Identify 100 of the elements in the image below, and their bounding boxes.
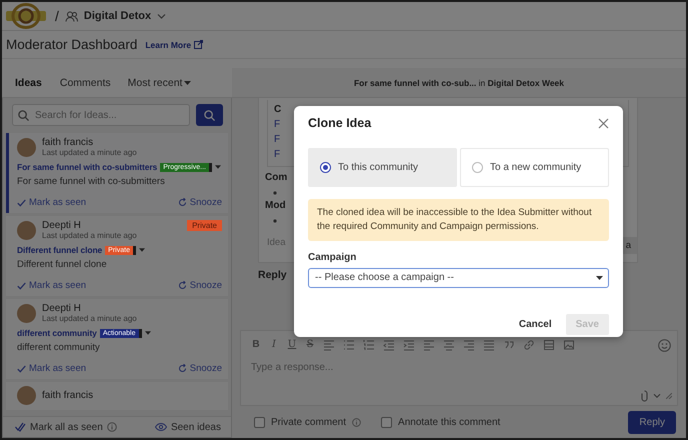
- search-icon: [204, 110, 215, 120]
- learn-more-link[interactable]: Learn More: [145, 40, 204, 50]
- circular-arrow-icon: [178, 364, 187, 373]
- caret-down-icon[interactable]: [144, 331, 151, 335]
- reply-heading: Reply: [258, 269, 287, 281]
- snooze-button[interactable]: Snooze: [178, 197, 222, 208]
- format-button[interactable]: U: [285, 338, 299, 352]
- tab[interactable]: Comments: [56, 72, 118, 92]
- page-title: Moderator Dashboard: [6, 37, 138, 52]
- caret-down-icon[interactable]: [214, 165, 221, 169]
- circular-arrow-icon: [178, 281, 187, 290]
- link-icon[interactable]: [523, 339, 535, 351]
- seen-ideas-button[interactable]: Seen ideas: [154, 422, 221, 432]
- search-field[interactable]: Search for Ideas...: [12, 104, 190, 126]
- caret-down-icon: [596, 276, 603, 280]
- bullet-icon: [273, 191, 277, 195]
- chevron-down-icon[interactable]: [653, 393, 661, 399]
- community-option[interactable]: To this community: [308, 148, 457, 187]
- people-icon: [64, 10, 78, 22]
- mark-seen-button[interactable]: Mark as seen: [17, 197, 86, 208]
- avatar: [17, 386, 36, 405]
- align-right-icon[interactable]: [463, 339, 475, 351]
- image-icon[interactable]: [563, 339, 575, 351]
- tab[interactable]: Ideas: [12, 72, 49, 92]
- idea-description: Different funnel clone: [17, 259, 108, 270]
- format-button[interactable]: S: [303, 338, 317, 352]
- radio-button[interactable]: [320, 162, 331, 173]
- search-button[interactable]: [196, 104, 223, 126]
- info-icon: [106, 422, 117, 432]
- privacy-badge: Private: [187, 220, 222, 231]
- check-icon: [17, 364, 26, 372]
- search-icon: [18, 110, 29, 120]
- logo-icon[interactable]: [5, 3, 47, 29]
- warning-message: The cloned idea will be inaccessible to the Idea Submitter without the required Community and Campaign permissions.: [308, 199, 609, 241]
- breadcrumb-separator: /: [55, 8, 59, 24]
- community-name[interactable]: Digital Detox: [84, 10, 152, 22]
- idea-title[interactable]: Different funnel clone: [17, 245, 102, 255]
- mark-seen-button[interactable]: Mark as seen: [17, 280, 86, 291]
- idea-title[interactable]: For same funnel with co-submitters: [17, 162, 158, 172]
- section-heading: Com: [265, 172, 288, 183]
- justify-icon[interactable]: [483, 339, 495, 351]
- checkbox-label: Annotate this comment: [398, 416, 500, 428]
- sort-dropdown[interactable]: Most recent: [128, 76, 192, 88]
- idea-breadcrumb: For same funnel with co-sub... in Digital Detox Week: [354, 78, 564, 88]
- format-button[interactable]: I: [267, 338, 281, 352]
- checkbox[interactable]: [254, 416, 265, 428]
- snooze-button[interactable]: Snooze: [178, 280, 222, 291]
- circular-arrow-icon: [178, 198, 187, 207]
- avatar: [17, 221, 36, 240]
- indent-icon[interactable]: [403, 339, 415, 351]
- outdent-icon[interactable]: [383, 339, 395, 351]
- numbered-list-icon[interactable]: [363, 339, 375, 351]
- updated-time: Last updated a minute ago: [42, 314, 137, 324]
- section-heading: Mod: [265, 200, 286, 211]
- check-icon: [17, 198, 26, 206]
- idea-description: different community: [17, 342, 101, 353]
- radio-button[interactable]: [472, 162, 483, 173]
- avatar: [17, 304, 36, 323]
- paperclip-icon[interactable]: [641, 390, 648, 402]
- align-left-icon[interactable]: [423, 339, 435, 351]
- close-icon[interactable]: [598, 118, 609, 128]
- author-name: faith francis: [42, 137, 94, 148]
- checkbox-label: Private comment: [271, 416, 346, 428]
- box-heading: C: [274, 104, 282, 115]
- double-check-icon: [15, 422, 26, 432]
- author-name: Deepti H: [42, 220, 82, 231]
- modal-title: Clone Idea: [308, 116, 372, 130]
- quote-icon[interactable]: [503, 339, 515, 351]
- detail-link[interactable]: F: [274, 149, 280, 160]
- author-name: Deepti H: [42, 303, 82, 314]
- idea-title[interactable]: different community: [17, 328, 97, 338]
- mark-seen-button[interactable]: Mark as seen: [17, 363, 86, 374]
- caret-down-icon: [184, 80, 192, 84]
- chevron-down-icon[interactable]: [157, 12, 166, 20]
- updated-time: Last updated a minute ago: [42, 231, 137, 241]
- resize-handle-icon: [666, 393, 672, 399]
- updated-time: Last updated a minute ago: [42, 148, 137, 158]
- field-label: Campaign: [308, 252, 358, 263]
- mark-all-seen-button[interactable]: Mark all as seen: [15, 422, 103, 432]
- snooze-button[interactable]: Snooze: [178, 363, 222, 374]
- bulleted-list-icon[interactable]: [343, 339, 355, 351]
- author-name: faith francis: [42, 390, 94, 401]
- detail-link[interactable]: F: [274, 119, 280, 130]
- campaign-select[interactable]: -- Please choose a campaign --: [308, 268, 609, 288]
- format-button[interactable]: B: [249, 338, 263, 352]
- smiley-icon[interactable]: [658, 338, 671, 352]
- idea-description: For same funnel with co-submitters: [17, 176, 166, 187]
- checkbox[interactable]: [381, 416, 392, 428]
- idea-card[interactable]: faith francis: [6, 382, 228, 410]
- align-center-icon[interactable]: [443, 339, 455, 351]
- avatar: [17, 138, 36, 157]
- bullet-icon: [273, 219, 277, 223]
- detail-link[interactable]: F: [274, 134, 280, 145]
- align-left-icon[interactable]: [323, 339, 335, 351]
- check-icon: [17, 282, 26, 290]
- video-icon[interactable]: [543, 339, 555, 351]
- eye-icon: [154, 423, 167, 431]
- community-option[interactable]: To a new community: [460, 148, 609, 187]
- reply-button[interactable]: Reply: [628, 410, 676, 434]
- caret-down-icon[interactable]: [138, 248, 145, 252]
